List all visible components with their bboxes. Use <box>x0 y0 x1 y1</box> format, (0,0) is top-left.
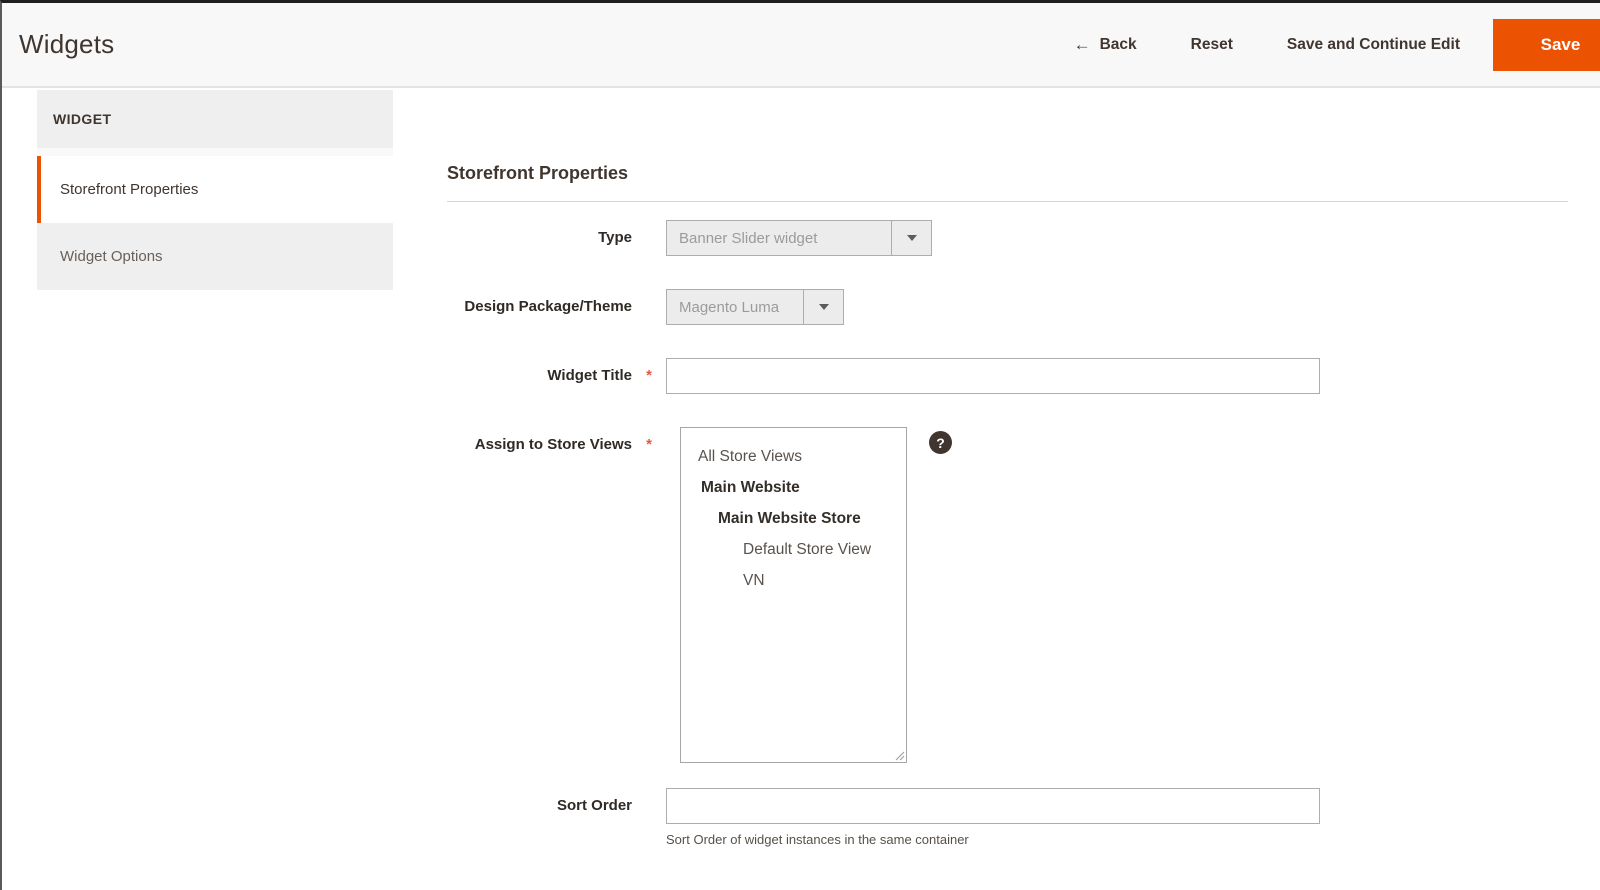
dropdown-arrow-icon <box>907 235 917 241</box>
save-button[interactable]: Save <box>1493 19 1600 71</box>
page-title: Widgets <box>19 29 114 60</box>
store-view-option-all-store-views[interactable]: All Store Views <box>681 441 906 472</box>
field-row-store-views: Assign to Store Views * All Store Views … <box>447 427 1568 763</box>
help-icon[interactable]: ? <box>929 431 952 454</box>
resize-handle-icon[interactable] <box>894 750 905 761</box>
save-and-continue-label: Save and Continue Edit <box>1287 36 1460 54</box>
theme-label: Design Package/Theme <box>464 297 632 317</box>
theme-select-value: Magento Luma <box>667 290 791 324</box>
store-view-option-default-store-view[interactable]: Default Store View <box>681 534 906 565</box>
sort-order-input[interactable] <box>666 788 1320 824</box>
page-header: Widgets ← Back Reset Save and Continue E… <box>2 3 1600 88</box>
required-marker: * <box>632 366 666 386</box>
widget-title-input[interactable] <box>666 358 1320 394</box>
page-body: WIDGET Storefront Properties Widget Opti… <box>2 88 1600 867</box>
main-content: Storefront Properties Type Banner Slider… <box>393 88 1600 867</box>
store-views-label: Assign to Store Views <box>475 435 632 455</box>
theme-select: Magento Luma <box>666 289 844 325</box>
sidebar-section-title: WIDGET <box>37 90 393 148</box>
sidebar-item-storefront-properties[interactable]: Storefront Properties <box>37 156 393 223</box>
type-select-arrow-button <box>891 221 931 255</box>
save-and-continue-button[interactable]: Save and Continue Edit <box>1287 36 1460 54</box>
back-button[interactable]: ← Back <box>1074 36 1137 54</box>
type-select-value: Banner Slider widget <box>667 221 829 255</box>
store-views-multiselect[interactable]: All Store Views Main Website Main Websit… <box>680 427 907 763</box>
field-row-theme: Design Package/Theme Magento Luma <box>447 289 1568 325</box>
store-view-option-main-website-store[interactable]: Main Website Store <box>681 503 906 534</box>
header-actions: ← Back Reset Save and Continue Edit Save <box>1020 19 1600 71</box>
widget-title-label: Widget Title <box>547 366 632 386</box>
store-view-option-vn[interactable]: VN <box>681 565 906 596</box>
sidebar-item-label: Widget Options <box>60 248 163 265</box>
reset-button-label: Reset <box>1191 36 1233 54</box>
type-select: Banner Slider widget <box>666 220 932 256</box>
sidebar-item-widget-options[interactable]: Widget Options <box>37 223 393 290</box>
sidebar-nav: WIDGET Storefront Properties Widget Opti… <box>37 90 393 290</box>
dropdown-arrow-icon <box>819 304 829 310</box>
reset-button[interactable]: Reset <box>1191 36 1233 54</box>
storefront-properties-form: Type Banner Slider widget Design Package… <box>447 220 1568 847</box>
theme-select-arrow-button <box>803 290 843 324</box>
back-button-label: Back <box>1100 36 1137 54</box>
field-row-sort-order: Sort Order Sort Order of widget instance… <box>447 788 1568 847</box>
sidebar-separator <box>37 148 393 156</box>
sort-order-note: Sort Order of widget instances in the sa… <box>666 832 1320 847</box>
required-marker: * <box>632 435 666 455</box>
section-divider <box>447 201 1568 202</box>
back-arrow-icon: ← <box>1074 36 1091 53</box>
type-label: Type <box>598 228 632 248</box>
store-view-option-main-website[interactable]: Main Website <box>681 472 906 503</box>
sort-order-label: Sort Order <box>557 796 632 816</box>
field-row-type: Type Banner Slider widget <box>447 220 1568 256</box>
section-heading: Storefront Properties <box>447 163 1568 184</box>
sidebar-item-label: Storefront Properties <box>60 181 198 198</box>
field-row-widget-title: Widget Title * <box>447 358 1568 394</box>
